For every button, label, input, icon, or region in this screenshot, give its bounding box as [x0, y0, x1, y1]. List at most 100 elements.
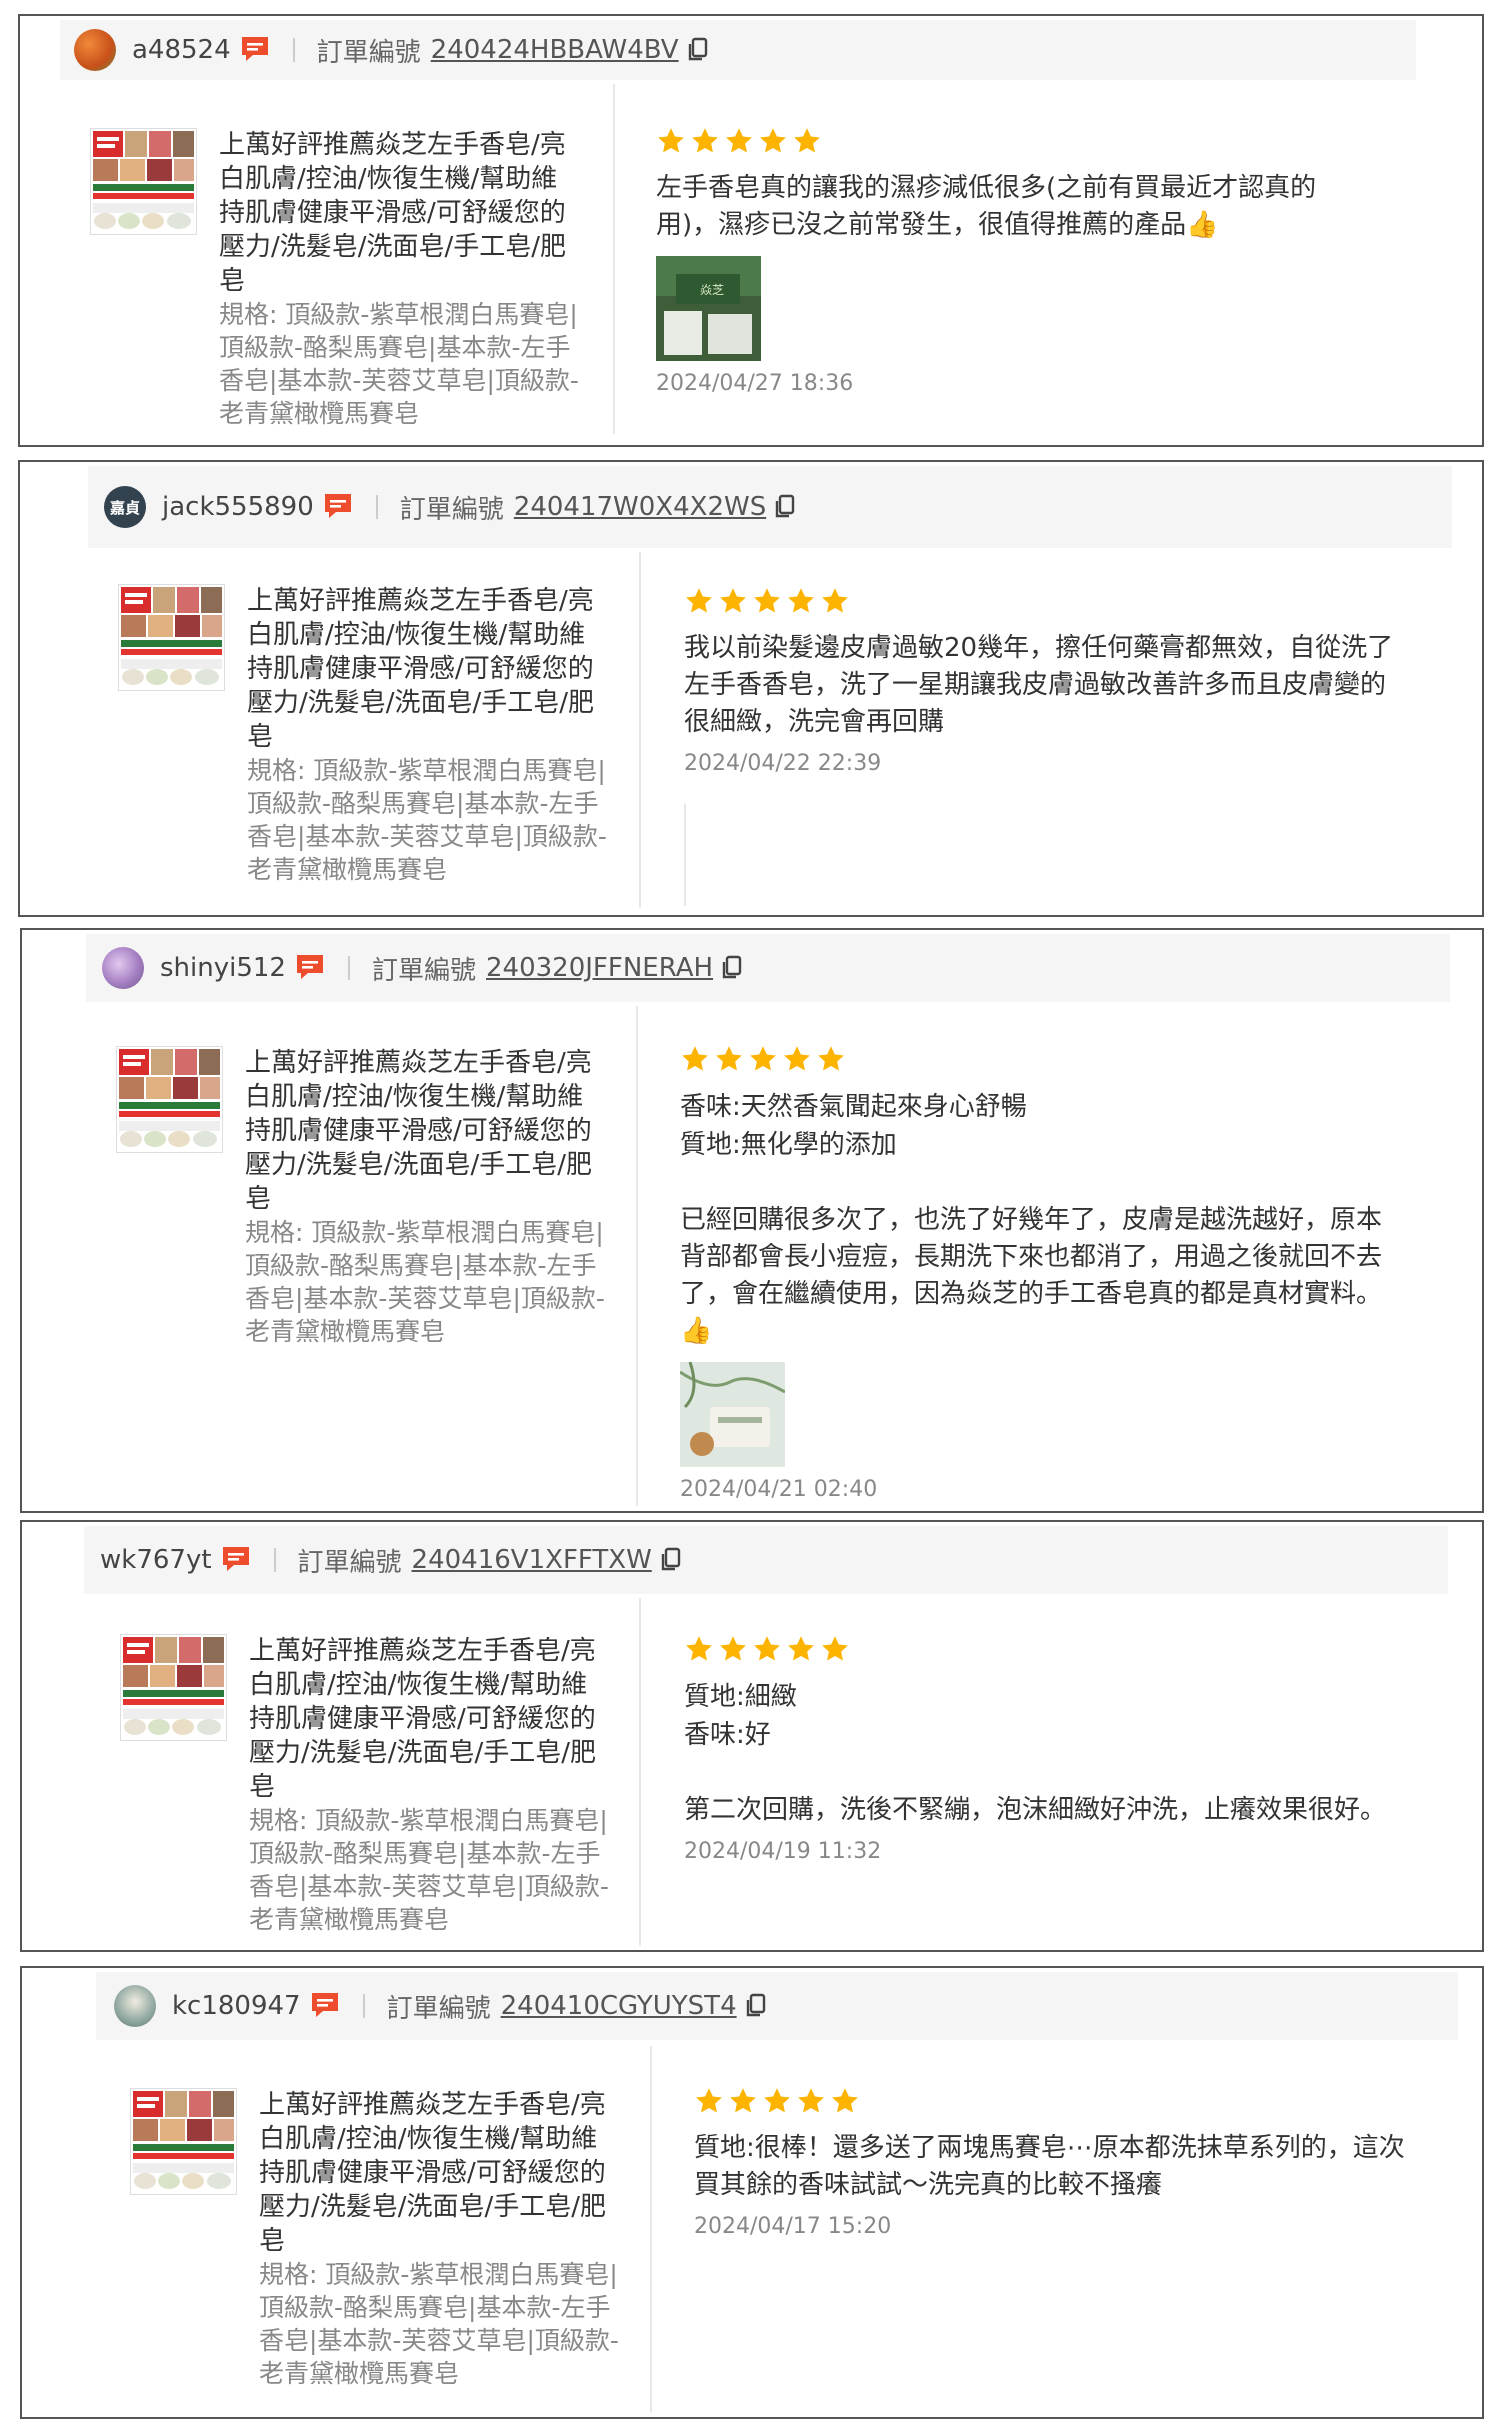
review-attribute: 香味:天然香氣聞起來身心舒暢: [680, 1092, 1027, 1122]
star-icon: [680, 1044, 710, 1074]
order-number-link[interactable]: 240424HBBAW4BV: [431, 35, 679, 65]
review-card: a48524 訂單編號 240424HBBAW4BV 上萬好評推薦焱芝左手香皂/…: [18, 14, 1484, 447]
product-thumbnail[interactable]: [116, 1046, 223, 1153]
copy-icon[interactable]: [721, 955, 743, 981]
copy-icon[interactable]: [687, 37, 709, 63]
avatar[interactable]: [74, 29, 116, 71]
star-icon: [724, 126, 754, 156]
copy-icon[interactable]: [660, 1547, 682, 1573]
order-label: 訂單編號: [316, 37, 421, 68]
star-icon: [748, 1044, 778, 1074]
review-content: 質地:很棒！還多送了兩塊馬賽皂⋯原本都洗抹草系列的，這次買其餘的香味試試～洗完真…: [694, 2086, 1414, 2239]
product-name: 上萬好評推薦焱芝左手香皂/亮白肌膚/控油/恢復生機/幫助維持肌膚健康平滑感/可舒…: [245, 1048, 593, 1214]
avatar[interactable]: [102, 947, 144, 989]
order-number-link[interactable]: 240410CGYUYST4: [501, 1991, 737, 2021]
star-icon: [684, 586, 714, 616]
review-date: 2024/04/27 18:36: [656, 371, 854, 396]
column-divider: [639, 552, 641, 908]
star-icon: [752, 586, 782, 616]
avatar[interactable]: 嘉貞: [104, 486, 146, 528]
review-content: 香味:天然香氣聞起來身心舒暢 質地:無化學的添加 已經回購很多次了，也洗了好幾年…: [680, 1044, 1400, 1502]
divider: [273, 1548, 276, 1572]
chat-icon[interactable]: [239, 35, 271, 65]
star-rating: [680, 1044, 1400, 1078]
review-date: 2024/04/17 15:20: [694, 2214, 892, 2239]
order-number-link[interactable]: 240416V1XFFTXW: [412, 1545, 652, 1575]
copy-icon[interactable]: [774, 494, 796, 520]
column-divider: [636, 1006, 638, 1506]
star-icon: [656, 126, 686, 156]
star-icon: [694, 2086, 724, 2116]
review-text: 左手香皂真的讓我的濕疹減低很多(之前有買最近才認真的用)，濕疹已沒之前常發生，很…: [656, 173, 1317, 240]
product-variation: 規格: 頂級款-紫草根潤白馬賽皂|頂級款-酪梨馬賽皂|基本款-左手香皂|基本款-…: [219, 300, 579, 428]
column-divider: [613, 84, 615, 434]
review-header: shinyi512 訂單編號 240320JFFNERAH: [86, 934, 1450, 1002]
star-icon: [820, 1634, 850, 1664]
chat-icon[interactable]: [220, 1545, 252, 1575]
star-rating: [656, 126, 1376, 160]
star-icon: [786, 586, 816, 616]
star-icon: [752, 1634, 782, 1664]
review-text: 質地:很棒！還多送了兩塊馬賽皂⋯原本都洗抹草系列的，這次買其餘的香味試試～洗完真…: [694, 2133, 1405, 2200]
product-thumbnail[interactable]: [90, 128, 197, 235]
chat-icon[interactable]: [294, 953, 326, 983]
product-info[interactable]: 上萬好評推薦焱芝左手香皂/亮白肌膚/控油/恢復生機/幫助維持肌膚健康平滑感/可舒…: [90, 128, 579, 430]
star-icon: [786, 1634, 816, 1664]
column-divider: [650, 2046, 652, 2412]
username[interactable]: wk767yt: [100, 1545, 212, 1575]
review-header: a48524 訂單編號 240424HBBAW4BV: [60, 20, 1416, 80]
review-attribute: 香味:好: [684, 1720, 771, 1750]
review-date: 2024/04/22 22:39: [684, 751, 882, 776]
star-icon: [816, 1044, 846, 1074]
star-rating: [684, 1634, 1404, 1668]
username[interactable]: jack555890: [162, 492, 314, 522]
username[interactable]: shinyi512: [160, 953, 286, 983]
review-text: 我以前染髮邊皮膚過敏20幾年，擦任何藥膏都無效，自從洗了左手香香皂，洗了一星期讓…: [684, 633, 1394, 737]
review-header: wk767yt 訂單編號 240416V1XFFTXW: [84, 1526, 1448, 1594]
product-variation: 規格: 頂級款-紫草根潤白馬賽皂|頂級款-酪梨馬賽皂|基本款-左手香皂|基本款-…: [247, 756, 607, 884]
product-name: 上萬好評推薦焱芝左手香皂/亮白肌膚/控油/恢復生機/幫助維持肌膚健康平滑感/可舒…: [259, 2090, 607, 2256]
review-header: 嘉貞 jack555890 訂單編號 240417W0X4X2WS: [88, 466, 1452, 548]
review-content: 質地:細緻 香味:好 第二次回購，洗後不緊繃，泡沫細緻好沖洗，止癢效果很好。 2…: [684, 1634, 1404, 1864]
product-info[interactable]: 上萬好評推薦焱芝左手香皂/亮白肌膚/控油/恢復生機/幫助維持肌膚健康平滑感/可舒…: [118, 584, 607, 886]
star-icon: [718, 586, 748, 616]
divider: [347, 956, 350, 980]
review-card: shinyi512 訂單編號 240320JFFNERAH 上萬好評推薦焱芝左手…: [20, 928, 1484, 1513]
review-card: wk767yt 訂單編號 240416V1XFFTXW 上萬好評推薦焱芝左手香皂…: [20, 1520, 1484, 1952]
star-icon: [796, 2086, 826, 2116]
review-photo[interactable]: 焱芝: [656, 256, 761, 361]
product-thumbnail[interactable]: [120, 1634, 227, 1741]
review-photo[interactable]: [680, 1362, 785, 1467]
star-icon: [728, 2086, 758, 2116]
star-icon: [762, 2086, 792, 2116]
review-date: 2024/04/21 02:40: [680, 1477, 878, 1502]
product-thumbnail[interactable]: [118, 584, 225, 691]
product-thumbnail[interactable]: [130, 2088, 237, 2195]
divider: [362, 1994, 365, 2018]
svg-text:焱芝: 焱芝: [700, 282, 724, 297]
star-icon: [758, 126, 788, 156]
order-number-link[interactable]: 240417W0X4X2WS: [514, 492, 766, 522]
star-icon: [782, 1044, 812, 1074]
order-label: 訂單編號: [399, 494, 504, 525]
star-icon: [718, 1634, 748, 1664]
username[interactable]: a48524: [132, 35, 231, 65]
chat-icon[interactable]: [322, 492, 354, 522]
product-info[interactable]: 上萬好評推薦焱芝左手香皂/亮白肌膚/控油/恢復生機/幫助維持肌膚健康平滑感/可舒…: [120, 1634, 609, 1936]
username[interactable]: kc180947: [172, 1991, 301, 2021]
review-date: 2024/04/19 11:32: [684, 1839, 882, 1864]
star-icon: [714, 1044, 744, 1074]
star-icon: [690, 126, 720, 156]
product-variation: 規格: 頂級款-紫草根潤白馬賽皂|頂級款-酪梨馬賽皂|基本款-左手香皂|基本款-…: [245, 1218, 605, 1346]
chat-icon[interactable]: [309, 1991, 341, 2021]
divider: [292, 38, 295, 62]
product-info[interactable]: 上萬好評推薦焱芝左手香皂/亮白肌膚/控油/恢復生機/幫助維持肌膚健康平滑感/可舒…: [116, 1046, 605, 1348]
copy-icon[interactable]: [745, 1993, 767, 2019]
order-number-link[interactable]: 240320JFFNERAH: [486, 953, 713, 983]
product-variation: 規格: 頂級款-紫草根潤白馬賽皂|頂級款-酪梨馬賽皂|基本款-左手香皂|基本款-…: [249, 1806, 609, 1934]
avatar[interactable]: [114, 1985, 156, 2027]
review-attribute: 質地:細緻: [684, 1682, 797, 1712]
review-content: 我以前染髮邊皮膚過敏20幾年，擦任何藥膏都無效，自從洗了左手香香皂，洗了一星期讓…: [684, 586, 1404, 776]
product-info[interactable]: 上萬好評推薦焱芝左手香皂/亮白肌膚/控油/恢復生機/幫助維持肌膚健康平滑感/可舒…: [130, 2088, 619, 2390]
review-text: 已經回購很多次了，也洗了好幾年了，皮膚是越洗越好，原本背部都會長小痘痘，長期洗下…: [680, 1205, 1383, 1346]
